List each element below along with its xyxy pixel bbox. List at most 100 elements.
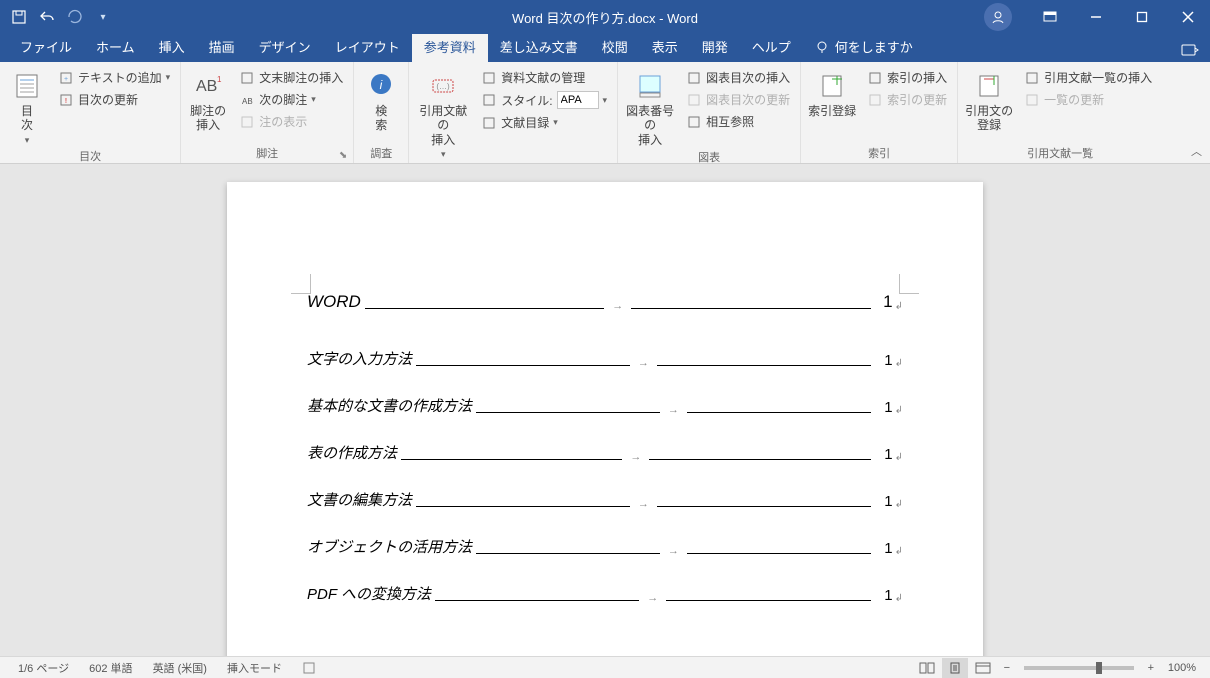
toc-leader [476,553,660,554]
zoom-thumb[interactable] [1096,662,1102,674]
toc-page: 1 [875,399,893,416]
close-button[interactable] [1166,0,1210,34]
tab-home[interactable]: ホーム [84,31,147,62]
undo-button[interactable] [36,6,58,28]
share-button[interactable] [1170,42,1210,62]
ribbon-display-button[interactable] [1028,0,1072,34]
insert-toa-button[interactable]: 引用文献一覧の挿入 [1020,68,1156,87]
tab-developer[interactable]: 開発 [690,31,740,62]
insert-index-button[interactable]: 索引の挿入 [863,68,951,87]
document-area[interactable]: WORD→1↲文字の入力方法→1↲基本的な文書の作成方法→1↲表の作成方法→1↲… [0,164,1210,656]
style-input[interactable] [557,91,599,109]
tab-design[interactable]: デザイン [247,31,323,62]
tab-help[interactable]: ヘルプ [740,31,803,62]
insert-mode[interactable]: 挿入モード [217,660,292,676]
tell-me-label: 何をしますか [835,37,913,56]
svg-text:i: i [380,78,383,92]
zoom-level[interactable]: 100% [1162,662,1202,674]
tab-arrow-icon: → [664,545,683,557]
footnote-icon: AB1 [192,70,224,102]
search-button[interactable]: i 検 索 [360,66,402,143]
page-count[interactable]: 1/6 ページ [8,660,79,676]
qat-customize[interactable]: ▾ [92,6,114,28]
tab-view[interactable]: 表示 [640,31,690,62]
toc-row[interactable]: 文字の入力方法→1↲ [307,348,903,369]
bibliography-button[interactable]: 文献目録 [477,113,611,132]
toc-leader [435,600,639,601]
paragraph-mark-icon: ↲ [895,301,903,312]
toc-leader [476,412,660,413]
web-layout-button[interactable] [970,658,996,678]
window-buttons [984,0,1210,34]
toc-title: 表の作成方法 [307,442,397,463]
zoom-slider[interactable] [1024,666,1134,670]
toc-row[interactable]: 基本的な文書の作成方法→1↲ [307,395,903,416]
footnotes-launcher[interactable]: ⬊ [339,150,347,161]
maximize-button[interactable] [1120,0,1164,34]
tab-insert[interactable]: 挿入 [147,31,197,62]
tab-draw[interactable]: 描画 [197,31,247,62]
page[interactable]: WORD→1↲文字の入力方法→1↲基本的な文書の作成方法→1↲表の作成方法→1↲… [227,182,983,656]
redo-button[interactable] [64,6,86,28]
macro-recording-icon[interactable] [292,661,326,675]
word-count[interactable]: 602 単語 [79,660,142,676]
update-toa-label: 一覧の更新 [1044,91,1104,108]
ribbon: 目 次 ▾ +テキストの追加 !目次の更新 目次 AB1 脚注の 挿入 文末脚注… [0,62,1210,164]
update-index-button[interactable]: 索引の更新 [863,90,951,109]
insert-footnote-label: 脚注の 挿入 [190,104,226,133]
ribbon-group-research: i 検 索 調査 [354,62,409,163]
minimize-button[interactable] [1074,0,1118,34]
toc-leader [416,365,630,366]
tab-file[interactable]: ファイル [8,31,84,62]
language-indicator[interactable]: 英語 (米国) [143,660,217,676]
manage-sources-icon [481,70,497,86]
tab-references[interactable]: 参考資料 [412,31,488,62]
next-footnote-button[interactable]: AB次の脚注 [235,90,347,109]
tab-review[interactable]: 校閲 [590,31,640,62]
citation-icon: (…) [427,70,459,102]
paragraph-mark-icon: ↲ [895,593,903,604]
mark-index-button[interactable]: 索引登録 [807,66,857,143]
update-toa-icon [1024,92,1040,108]
add-text-label: テキストの追加 [78,69,162,86]
autosave-icon[interactable] [8,6,30,28]
account-icon[interactable] [984,3,1012,31]
toc-button[interactable]: 目 次 ▾ [6,66,48,146]
read-mode-button[interactable] [914,658,940,678]
tab-layout[interactable]: レイアウト [323,31,412,62]
zoom-out-button[interactable]: − [998,658,1016,678]
status-bar: 1/6 ページ 602 単語 英語 (米国) 挿入モード − + 100% [0,656,1210,678]
zoom-in-button[interactable]: + [1142,658,1160,678]
toc-button-label: 目 次 [21,104,33,133]
insert-endnote-button[interactable]: 文末脚注の挿入 [235,68,347,87]
add-text-button[interactable]: +テキストの追加 [54,68,174,87]
mark-citation-button[interactable]: 引用文の 登録 [964,66,1014,143]
toc-row[interactable]: PDF への変換方法→1↲ [307,583,903,604]
toc-title: 基本的な文書の作成方法 [307,395,472,416]
insert-footnote-button[interactable]: AB1 脚注の 挿入 [187,66,229,143]
style-select[interactable]: スタイル: ▾ [477,90,611,110]
collapse-ribbon-button[interactable]: ︿ [1191,143,1202,159]
title-bar: ▾ Word 目次の作り方.docx - Word [0,0,1210,34]
update-tof-button[interactable]: 図表目次の更新 [682,90,794,109]
toc-icon [11,70,43,102]
tell-me[interactable]: 何をしますか [803,31,925,62]
toc-row[interactable]: 文書の編集方法→1↲ [307,489,903,510]
crossref-button[interactable]: 相互参照 [682,112,794,131]
print-layout-button[interactable] [942,658,968,678]
tab-mailings[interactable]: 差し込み文書 [488,31,590,62]
toc-row[interactable]: WORD→1↲ [307,292,903,312]
mark-index-label: 索引登録 [808,104,856,118]
toc-row[interactable]: 表の作成方法→1↲ [307,442,903,463]
insert-citation-button[interactable]: (…) 引用文献の 挿入 ▾ [415,66,471,160]
update-toc-button[interactable]: !目次の更新 [54,90,174,109]
update-toa-button[interactable]: 一覧の更新 [1020,90,1156,109]
show-notes-button[interactable]: 注の表示 [235,112,347,131]
toc-row[interactable]: オブジェクトの活用方法→1↲ [307,536,903,557]
insert-tof-button[interactable]: 図表目次の挿入 [682,68,794,87]
insert-caption-button[interactable]: 図表番号の 挿入 [624,66,676,147]
search-label: 検 索 [375,104,387,133]
toc-title: 文書の編集方法 [307,489,412,510]
next-footnote-label: 次の脚注 [259,91,307,108]
manage-sources-button[interactable]: 資料文献の管理 [477,68,611,87]
